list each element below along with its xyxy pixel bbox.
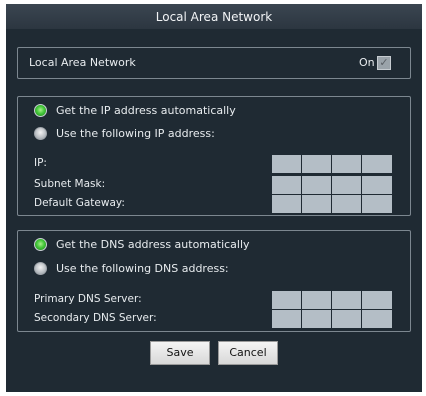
gateway-label: Default Gateway: xyxy=(34,197,125,209)
ip-manual-radio[interactable] xyxy=(34,127,47,140)
ip-octet-3[interactable] xyxy=(332,155,362,173)
dns-manual-radio[interactable] xyxy=(34,262,47,275)
gateway-octet-4[interactable] xyxy=(362,195,392,213)
save-button[interactable]: Save xyxy=(150,341,210,365)
subnet-octet-1[interactable] xyxy=(272,176,302,194)
ip-octet-2[interactable] xyxy=(302,155,332,173)
primary-dns-octet-1[interactable] xyxy=(272,291,302,309)
ip-field-label: IP: xyxy=(34,157,47,169)
primary-dns-label: Primary DNS Server: xyxy=(34,293,142,305)
lan-label: Local Area Network xyxy=(29,56,136,69)
subnet-octet-2[interactable] xyxy=(302,176,332,194)
secondary-dns-octet-4[interactable] xyxy=(362,310,392,328)
primary-dns-input[interactable] xyxy=(272,291,394,309)
dns-auto-radio[interactable] xyxy=(34,238,47,251)
ip-auto-radio[interactable] xyxy=(34,104,47,117)
ip-octet-1[interactable] xyxy=(272,155,302,173)
lan-dialog: Local Area Network Local Area Network On… xyxy=(6,4,422,392)
subnet-mask-input[interactable] xyxy=(272,176,394,194)
primary-dns-octet-4[interactable] xyxy=(362,291,392,309)
lan-state-label: On xyxy=(359,56,375,69)
subnet-mask-label: Subnet Mask: xyxy=(34,178,106,190)
secondary-dns-octet-2[interactable] xyxy=(302,310,332,328)
dns-manual-label: Use the following DNS address: xyxy=(56,262,229,275)
dialog-title: Local Area Network xyxy=(6,5,422,29)
subnet-octet-3[interactable] xyxy=(332,176,362,194)
gateway-input[interactable] xyxy=(272,195,394,213)
ip-address-input[interactable] xyxy=(272,155,394,173)
dns-auto-label: Get the DNS address automatically xyxy=(56,238,250,251)
ip-auto-label: Get the IP address automatically xyxy=(56,104,236,117)
primary-dns-octet-3[interactable] xyxy=(332,291,362,309)
gateway-octet-2[interactable] xyxy=(302,195,332,213)
ip-settings-panel: Get the IP address automatically Use the… xyxy=(17,96,411,216)
ip-octet-4[interactable] xyxy=(362,155,392,173)
primary-dns-octet-2[interactable] xyxy=(302,291,332,309)
secondary-dns-label: Secondary DNS Server: xyxy=(34,312,157,324)
dns-settings-panel: Get the DNS address automatically Use th… xyxy=(17,230,411,332)
lan-enable-panel: Local Area Network On ✓ xyxy=(17,47,411,79)
lan-enable-checkbox[interactable]: ✓ xyxy=(377,56,391,70)
cancel-button[interactable]: Cancel xyxy=(218,341,278,365)
secondary-dns-input[interactable] xyxy=(272,310,394,328)
subnet-octet-4[interactable] xyxy=(362,176,392,194)
secondary-dns-octet-1[interactable] xyxy=(272,310,302,328)
ip-manual-label: Use the following IP address: xyxy=(56,127,215,140)
secondary-dns-octet-3[interactable] xyxy=(332,310,362,328)
gateway-octet-3[interactable] xyxy=(332,195,362,213)
gateway-octet-1[interactable] xyxy=(272,195,302,213)
